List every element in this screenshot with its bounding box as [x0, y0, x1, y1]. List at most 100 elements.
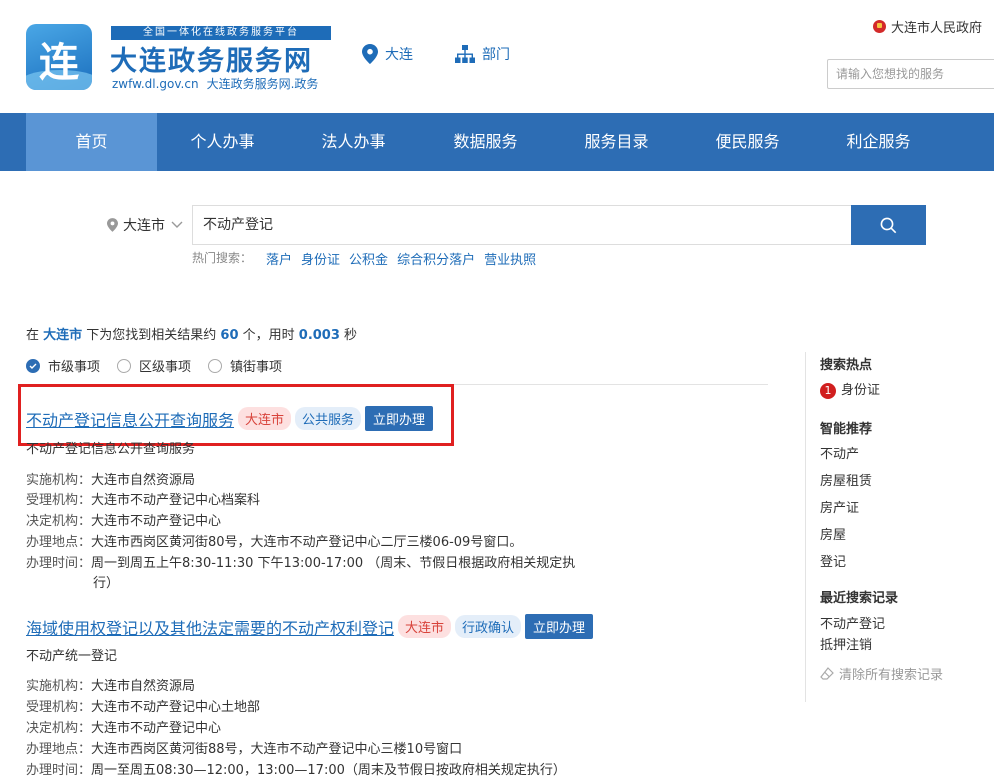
result-info-row: 受理机构：大连市不动产登记中心土地部 — [26, 696, 260, 715]
gov-link[interactable]: 大连市人民政府 — [873, 17, 982, 36]
national-emblem-icon — [873, 20, 886, 33]
result-info-row: 办理时间：周一到周五上午8:30-11:30 下午13:00-17:00 （周末… — [26, 552, 575, 571]
handle-now-button[interactable]: 立即办理 — [525, 614, 594, 639]
sidebar-recommend-item[interactable]: 登记 — [820, 551, 846, 570]
search-button[interactable] — [851, 205, 926, 245]
hot-search-link[interactable]: 落户 — [266, 249, 292, 268]
summary-text: 在 — [26, 328, 44, 343]
filter-district-level[interactable]: 区级事项 — [117, 356, 191, 375]
eraser-icon — [820, 666, 834, 680]
info-key: 办理地点： — [26, 742, 92, 757]
logo-glyph: 连 — [39, 39, 79, 86]
summary-text: 下为您找到相关结果约 — [82, 328, 221, 343]
clear-history-button[interactable]: 清除所有搜索记录 — [820, 664, 943, 683]
info-value: 大连市不动产登记中心 — [91, 514, 222, 529]
result-info-row: 受理机构：大连市不动产登记中心档案科 — [26, 489, 260, 508]
nav-service-catalog[interactable]: 服务目录 — [551, 113, 682, 171]
department-label: 部门 — [482, 47, 510, 63]
brand-domain-cn: 大连政务服务网.政务 — [206, 77, 319, 91]
nav-data-service[interactable]: 数据服务 — [420, 113, 551, 171]
sidebar-recommend-item[interactable]: 不动产 — [820, 443, 859, 462]
info-value: 大连市不动产登记中心档案科 — [91, 493, 261, 508]
summary-text: 个，用时 — [238, 328, 299, 343]
clear-history-label: 清除所有搜索记录 — [839, 668, 944, 683]
brand-domain-en: zwfw.dl.gov.cn — [112, 77, 199, 91]
department-selector[interactable]: 部门 — [455, 44, 510, 64]
result-info-row: 办理地点：大连市西岗区黄河街80号，大连市不动产登记中心二厅三楼06-09号窗口… — [26, 531, 522, 550]
sidebar-recommend-item[interactable]: 房屋 — [820, 524, 846, 543]
result-info-row: 决定机构：大连市不动产登记中心 — [26, 717, 221, 736]
nav-legal-person[interactable]: 法人办事 — [288, 113, 419, 171]
sidebar-hot-title: 搜索热点 — [820, 358, 873, 373]
sidebar-recommend-item[interactable]: 房产证 — [820, 497, 859, 516]
result-info-row: 决定机构：大连市不动产登记中心 — [26, 510, 221, 529]
service-type-tag: 行政确认 — [455, 615, 522, 638]
info-value: 大连市西岗区黄河街88号，大连市不动产登记中心三楼10号窗口 — [91, 742, 463, 757]
hot-searches: 热门搜索： 落户 身份证 公积金 综合积分落户 营业执照 — [192, 249, 536, 268]
info-value: 周一到周五上午8:30-11:30 下午13:00-17:00 （周末、节假日根… — [91, 556, 576, 571]
result-info-continuation: 行） — [93, 576, 120, 591]
chevron-down-icon — [171, 221, 183, 228]
search-icon — [880, 217, 897, 233]
site-header: 连 全国一体化在线政务服务平台 大连政务服务网 zwfw.dl.gov.cn 大连… — [0, 0, 994, 113]
info-key: 办理地点： — [26, 535, 92, 550]
hot-searches-label: 热门搜索： — [192, 251, 253, 265]
result-info-row: 实施机构：大连市自然资源局 — [26, 675, 195, 694]
info-key: 办理时间： — [26, 556, 92, 571]
brand-tagline: 全国一体化在线政务服务平台 — [111, 26, 331, 40]
brand-name[interactable]: 大连政务服务网 — [110, 39, 313, 78]
site-logo[interactable]: 连 — [26, 24, 92, 90]
info-key: 决定机构： — [26, 721, 92, 736]
location-pin-icon — [107, 218, 118, 232]
info-key: 实施机构： — [26, 473, 92, 488]
result-title-link[interactable]: 海域使用权登记以及其他法定需要的不动产权利登记 — [26, 615, 394, 639]
main-nav: 首页 个人办事 法人办事 数据服务 服务目录 便民服务 利企服务 — [0, 113, 994, 171]
header-search-input[interactable]: 请输入您想找的服务 — [827, 59, 994, 89]
result-summary: 在 大连市 下为您找到相关结果约 60 个，用时 0.003 秒 — [26, 324, 357, 343]
info-key: 办理时间： — [26, 763, 92, 778]
filter-city-level[interactable]: 市级事项 — [26, 356, 100, 375]
sidebar-recent-item[interactable]: 不动产登记 — [820, 613, 885, 632]
hot-search-link[interactable]: 营业执照 — [484, 249, 536, 268]
check-icon — [29, 363, 37, 369]
result-info-row: 办理时间：周一至周五08:30—12:00，13:00—17:00（周末及节假日… — [26, 759, 566, 778]
sidebar-hot-label: 身份证 — [841, 383, 881, 398]
info-value: 大连市不动产登记中心土地部 — [91, 700, 261, 715]
nav-enterprise[interactable]: 利企服务 — [813, 113, 944, 171]
brand-domain: zwfw.dl.gov.cn 大连政务服务网.政务 — [112, 75, 318, 92]
result-info-row: 办理地点：大连市西岗区黄河街88号，大连市不动产登记中心三楼10号窗口 — [26, 738, 462, 757]
info-key: 受理机构： — [26, 493, 92, 508]
location-selector[interactable]: 大连 — [362, 44, 413, 64]
result-subtitle: 不动产统一登记 — [26, 649, 118, 664]
sidebar-recent-title: 最近搜索记录 — [820, 591, 899, 606]
sidebar-recommend-title: 智能推荐 — [820, 422, 873, 437]
radio-unchecked[interactable] — [208, 358, 223, 373]
nav-home[interactable]: 首页 — [26, 113, 157, 171]
filter-town-level[interactable]: 镇街事项 — [208, 356, 282, 375]
nav-convenience[interactable]: 便民服务 — [682, 113, 813, 171]
info-value: 大连市不动产登记中心 — [91, 721, 222, 736]
nav-personal[interactable]: 个人办事 — [157, 113, 288, 171]
radio-checked[interactable] — [26, 358, 40, 373]
city-dropdown[interactable]: 大连市 — [107, 215, 188, 235]
location-label: 大连 — [385, 47, 413, 63]
hot-search-link[interactable]: 公积金 — [349, 249, 388, 268]
info-value: 大连市自然资源局 — [91, 473, 196, 488]
filter-label: 区级事项 — [139, 360, 192, 375]
main-search-input[interactable]: 不动产登记 — [192, 205, 852, 245]
info-key: 实施机构： — [26, 679, 92, 694]
org-chart-icon — [455, 45, 475, 63]
hot-search-link[interactable]: 身份证 — [301, 249, 340, 268]
filter-label: 市级事项 — [48, 360, 101, 375]
info-value: 大连市自然资源局 — [91, 679, 196, 694]
radio-unchecked[interactable] — [117, 358, 132, 373]
sidebar-hot-item[interactable]: 1 身份证 — [820, 379, 880, 399]
info-key: 受理机构： — [26, 700, 92, 715]
summary-time: 0.003 — [298, 328, 340, 343]
summary-city: 大连市 — [43, 328, 83, 343]
highlight-annotation-box — [18, 384, 454, 446]
hot-search-link[interactable]: 综合积分落户 — [397, 249, 475, 268]
sidebar-recent-item[interactable]: 抵押注销 — [820, 634, 872, 653]
sidebar-recommend-item[interactable]: 房屋租赁 — [820, 470, 872, 489]
summary-count: 60 — [220, 328, 239, 343]
